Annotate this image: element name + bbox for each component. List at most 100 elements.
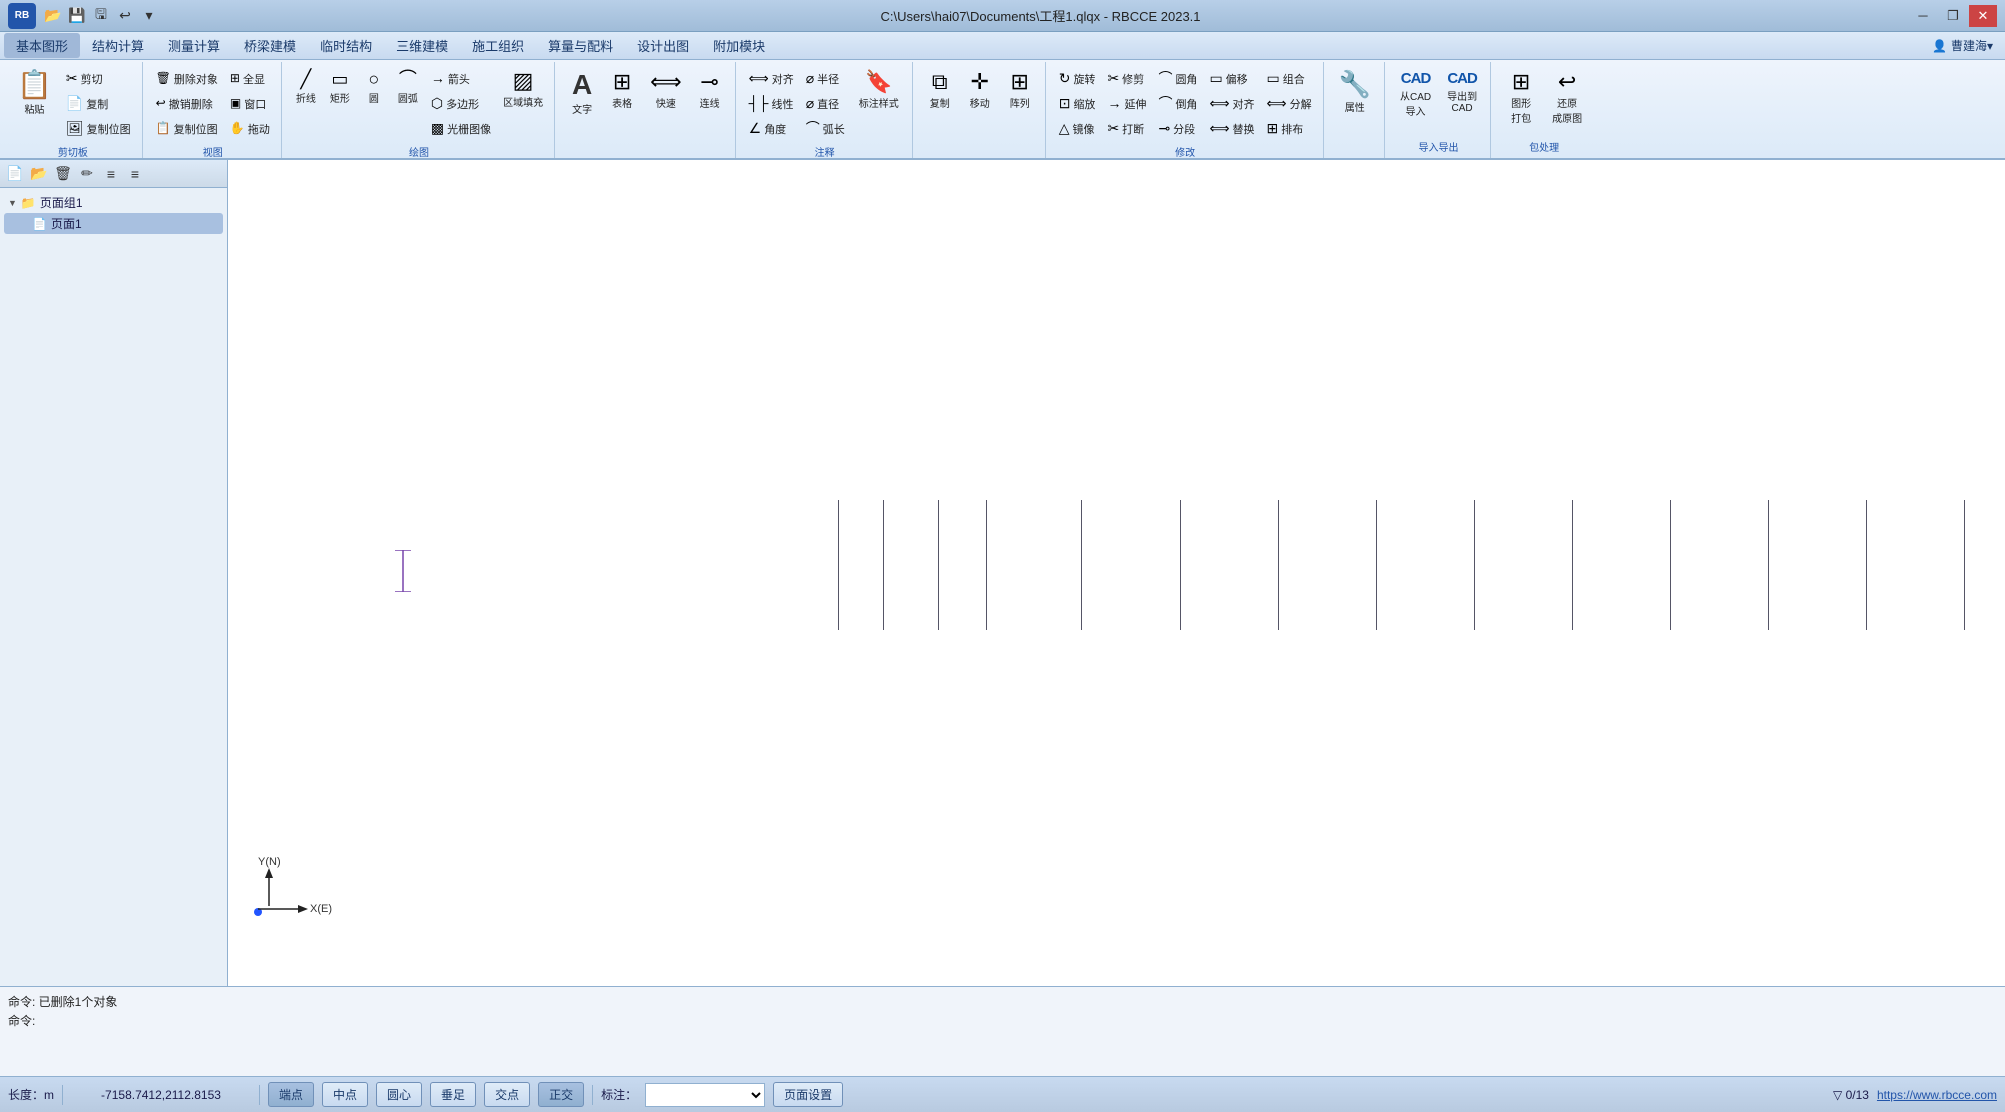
table-button[interactable]: ⊞ 表格 (603, 66, 641, 115)
offset-button[interactable]: ▭偏移 (1204, 66, 1259, 90)
draw-line-3 (938, 500, 939, 630)
menu-quantity-ratio[interactable]: 算量与配料 (536, 33, 625, 58)
window-view-button[interactable]: ▣ 窗口 (225, 91, 275, 115)
undo-button[interactable]: ↩ (114, 5, 136, 27)
open-page-btn[interactable]: 📂 (28, 163, 50, 185)
sort-asc-btn[interactable]: ≡ (100, 163, 122, 185)
rect-button[interactable]: ▭ 矩形 (324, 66, 356, 109)
snap-center-btn[interactable]: 圆心 (376, 1082, 422, 1107)
group-button[interactable]: ▭组合 (1262, 66, 1317, 90)
unpack-button[interactable]: ↩ 还原 成原图 (1545, 66, 1589, 130)
import-cad-button[interactable]: CAD 从CAD 导入 (1393, 66, 1438, 123)
unpack-icon: ↩ (1558, 71, 1576, 93)
diameter-dim-button[interactable]: ⌀ 直径 (801, 91, 850, 115)
arc-dim-button[interactable]: ⌒ 弧长 (801, 116, 850, 140)
move-button[interactable]: ✛ 移动 (961, 66, 999, 115)
left-panel: 📄 📂 🗑 ✏ ≡ ≡ ▼ 📁 页面组1 📄 页面1 (0, 160, 228, 986)
menu-bridge-modeling[interactable]: 桥梁建模 (232, 33, 308, 58)
text-button[interactable]: A 文字 (563, 66, 601, 121)
copy2-large-button[interactable]: ⧉ 复制 (921, 66, 959, 115)
minimize-button[interactable]: ─ (1909, 5, 1937, 27)
replace-button[interactable]: ⟺替换 (1204, 116, 1259, 140)
website-link[interactable]: https://www.rbcce.com (1877, 1088, 1997, 1102)
copy-button[interactable]: 📄 复制 (61, 91, 136, 115)
rotate-button[interactable]: ↻旋转 (1054, 66, 1101, 90)
menu-construction-org[interactable]: 施工组织 (460, 33, 536, 58)
explode-button[interactable]: ⟺分解 (1262, 91, 1317, 115)
snap-midpoint-btn[interactable]: 中点 (322, 1082, 368, 1107)
tree-page-1[interactable]: 📄 页面1 (4, 213, 223, 234)
cut-button[interactable]: ✂ 剪切 (61, 66, 136, 90)
props-button[interactable]: 🔧 属性 (1332, 66, 1378, 119)
fill-button[interactable]: ▨ 区域填充 (498, 66, 548, 113)
undo-delete-button[interactable]: ↩ 撤销删除 (151, 91, 223, 115)
radius-dim-button[interactable]: ⌀ 半径 (801, 66, 850, 90)
menu-basic-shapes[interactable]: 基本图形 (4, 33, 80, 58)
saveas-button[interactable]: 🖫 (90, 5, 112, 27)
align2-button[interactable]: ⟺对齐 (1204, 91, 1259, 115)
array-button[interactable]: ⊞ 阵列 (1001, 66, 1039, 115)
rename-page-btn[interactable]: ✏ (76, 163, 98, 185)
close-button[interactable]: ✕ (1969, 5, 1997, 27)
ribbon-group-clipboard: 📋 粘贴 ✂ 剪切 📄 复制 🖼 复制位图 剪切板 (4, 62, 143, 158)
fullview-button[interactable]: ⊞ 全显 (225, 66, 275, 90)
tree-page-group-1[interactable]: ▼ 📁 页面组1 (4, 192, 223, 213)
text-btns: A 文字 ⊞ 表格 ⟺ 快速 ⊸ 连线 (563, 64, 729, 152)
copy2-large-icon: ⧉ (932, 71, 948, 93)
snap-ortho-btn[interactable]: 正交 (538, 1082, 584, 1107)
command-input[interactable] (39, 1014, 1997, 1028)
delete-page-btn[interactable]: 🗑 (52, 163, 74, 185)
paste-button[interactable]: 📋 粘贴 (10, 66, 59, 121)
menu-3d-modeling[interactable]: 三维建模 (384, 33, 460, 58)
menu-temp-structure[interactable]: 临时结构 (308, 33, 384, 58)
snap-intersect-btn[interactable]: 交点 (484, 1082, 530, 1107)
arrow-button[interactable]: → 箭头 (426, 66, 496, 90)
menu-design-drawing[interactable]: 设计出图 (625, 33, 701, 58)
quick-button[interactable]: ⟺ 快速 (643, 66, 689, 115)
pack-button[interactable]: ⊞ 图形 打包 (1499, 66, 1543, 130)
export-cad-button[interactable]: CAD 导出到 CAD (1440, 66, 1484, 119)
canvas-area[interactable]: Y(N) X(E) (228, 160, 2005, 986)
dim-style-button[interactable]: 🔖 标注样式 (852, 66, 906, 115)
menu-structural-calc[interactable]: 结构计算 (80, 33, 156, 58)
circle-button[interactable]: ○ 圆 (358, 66, 390, 109)
break-button[interactable]: ✂打断 (1102, 116, 1151, 140)
linear-dim-button[interactable]: ┤├ 线性 (744, 91, 799, 115)
delete-object-button[interactable]: 🗑 删除对象 (151, 66, 223, 90)
tree-page-icon-1: 📄 (32, 217, 47, 231)
menu-measurement-calc[interactable]: 测量计算 (156, 33, 232, 58)
snap-endpoint-btn[interactable]: 端点 (268, 1082, 314, 1107)
copy-bitmap-button[interactable]: 🖼 复制位图 (61, 116, 136, 140)
user-name[interactable]: 曹建海▾ (1951, 37, 1993, 54)
annotation-select[interactable] (645, 1083, 765, 1107)
dropdown-button[interactable]: ▾ (138, 5, 160, 27)
copy-bitmap2-button[interactable]: 📋 复制位图 (151, 116, 223, 140)
page-settings-btn[interactable]: 页面设置 (773, 1082, 843, 1107)
arrange-button[interactable]: ⊞排布 (1262, 116, 1317, 140)
sort-desc-btn[interactable]: ≡ (124, 163, 146, 185)
drag-button[interactable]: ✋ 拖动 (225, 116, 275, 140)
connect-button[interactable]: ⊸ 连线 (691, 66, 729, 115)
raster-button[interactable]: ▩ 光栅图像 (426, 116, 496, 140)
new-page-btn[interactable]: 📄 (4, 163, 26, 185)
align-dim-button[interactable]: ⟺ 对齐 (744, 66, 799, 90)
polygon-button[interactable]: ⬡ 多边形 (426, 91, 496, 115)
polyline-button[interactable]: ╱ 折线 (290, 66, 322, 109)
chamfer-button[interactable]: ⌒倒角 (1153, 91, 1202, 115)
arc-button[interactable]: ⌒ 圆弧 (392, 66, 424, 109)
angle-dim-button[interactable]: ∠ 角度 (744, 116, 799, 140)
extend-button[interactable]: →延伸 (1102, 91, 1151, 115)
maximize-button[interactable]: ❐ (1939, 5, 1967, 27)
fillet-button[interactable]: ⌒圆角 (1153, 66, 1202, 90)
snap-perpend-btn[interactable]: 垂足 (430, 1082, 476, 1107)
save-button[interactable]: 💾 (66, 5, 88, 27)
annotation-label: 标注： (601, 1086, 637, 1103)
menu-addon-modules[interactable]: 附加模块 (701, 33, 777, 58)
window-title: C:\Users\hai07\Documents\工程1.qlqx - RBCC… (172, 6, 1909, 25)
scale-button[interactable]: ⊡缩放 (1054, 91, 1101, 115)
mirror-button[interactable]: △镜像 (1054, 116, 1101, 140)
split-button[interactable]: ⊸分段 (1153, 116, 1202, 140)
angle-icon: ∠ (749, 121, 762, 135)
trim-button[interactable]: ✂修剪 (1102, 66, 1151, 90)
open-button[interactable]: 📂 (42, 5, 64, 27)
